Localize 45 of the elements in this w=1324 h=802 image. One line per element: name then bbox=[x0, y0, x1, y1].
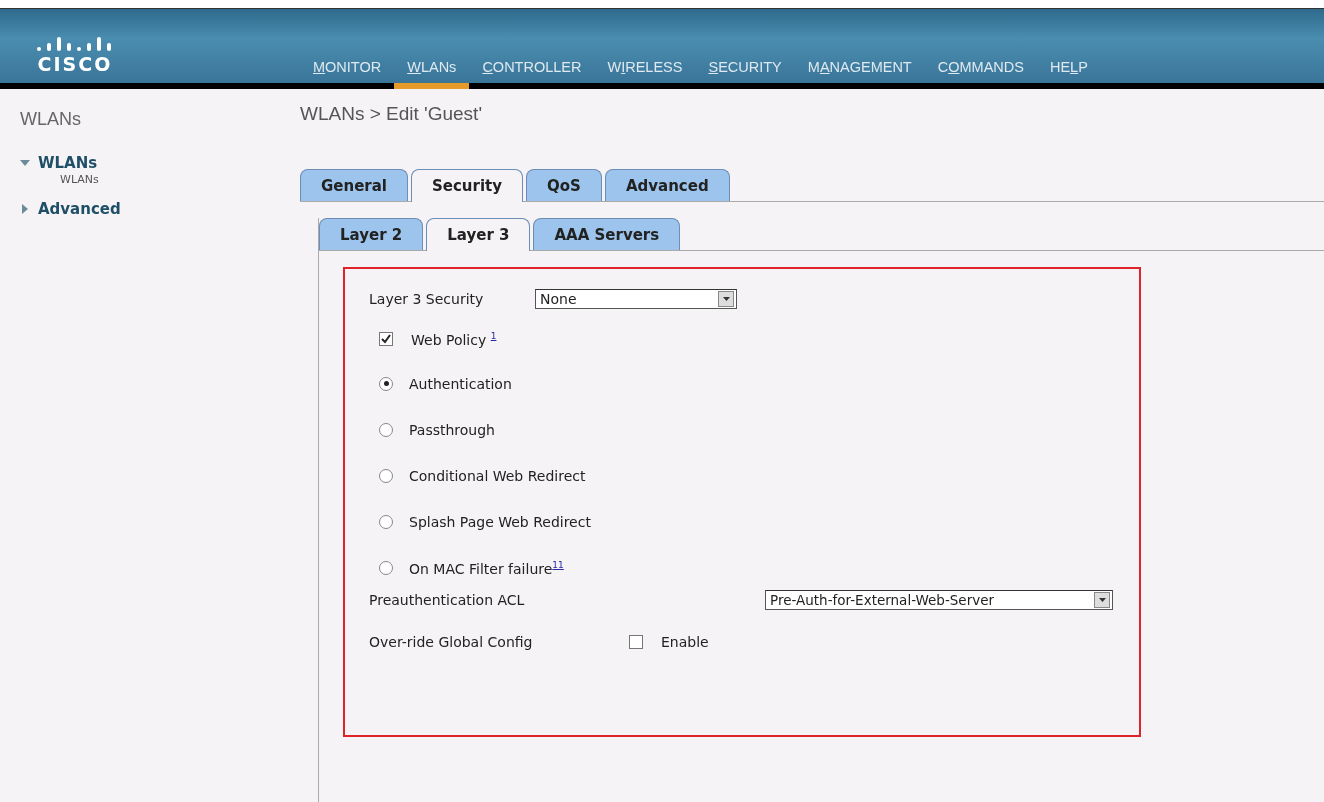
tab[interactable]: AAA Servers bbox=[533, 218, 681, 250]
menu-item[interactable]: HELP bbox=[1036, 59, 1101, 89]
caret-right-icon[interactable] bbox=[20, 204, 30, 214]
sidebar-item[interactable]: Advanced bbox=[38, 200, 121, 218]
radio-label: Splash Page Web Redirect bbox=[409, 513, 591, 530]
caret-down-icon[interactable] bbox=[20, 158, 30, 168]
select-field[interactable]: None bbox=[535, 289, 737, 309]
menu-item[interactable]: MONITOR bbox=[300, 59, 395, 89]
radio-label: Passthrough bbox=[409, 421, 495, 438]
radio-button[interactable] bbox=[379, 514, 393, 529]
radio-label: On MAC Filter failure bbox=[409, 560, 553, 577]
footnote-link[interactable]: 1 bbox=[490, 331, 497, 341]
radio-button[interactable] bbox=[379, 422, 393, 437]
sidebar-item[interactable]: WLANs bbox=[38, 154, 98, 172]
menu-item[interactable]: SECURITY bbox=[695, 59, 795, 89]
tab[interactable]: General bbox=[300, 169, 408, 201]
menu-item[interactable]: COMMANDS bbox=[924, 59, 1037, 89]
sidebar-subitem[interactable]: WLANs bbox=[60, 173, 300, 186]
select-field[interactable]: Pre-Auth-for-External-Web-Server bbox=[765, 590, 1113, 611]
tab[interactable]: QoS bbox=[526, 169, 602, 201]
checkbox-label: Web Policy bbox=[411, 331, 487, 348]
footnote-link[interactable]: 11 bbox=[552, 559, 564, 570]
checkbox[interactable] bbox=[379, 332, 393, 347]
caret-down-icon bbox=[1098, 598, 1106, 603]
field-label: Over-ride Global Config bbox=[369, 634, 534, 651]
radio-label: Authentication bbox=[409, 375, 512, 392]
checkbox[interactable] bbox=[629, 635, 643, 650]
tab[interactable]: Advanced bbox=[604, 169, 730, 201]
menu-item[interactable]: CONTROLLER bbox=[469, 59, 595, 89]
field-label: Preauthentication ACL bbox=[369, 592, 526, 609]
radio-label: Conditional Web Redirect bbox=[409, 467, 586, 484]
radio-button[interactable] bbox=[379, 561, 393, 575]
tab[interactable]: Layer 3 bbox=[426, 218, 531, 251]
field-label: Layer 3 Security bbox=[369, 291, 485, 307]
tab[interactable]: Layer 2 bbox=[319, 218, 424, 250]
radio-button[interactable] bbox=[379, 468, 393, 483]
page-title: WLANs > Edit 'Guest' bbox=[300, 103, 483, 125]
radio-button[interactable] bbox=[379, 376, 393, 391]
sidebar-title: WLANs bbox=[20, 109, 82, 130]
tab[interactable]: Security bbox=[411, 169, 524, 202]
checkbox-label: Enable bbox=[661, 634, 709, 651]
menu-item[interactable]: WIRELESS bbox=[594, 59, 696, 89]
caret-down-icon bbox=[722, 297, 730, 301]
logo-text: CISCO bbox=[37, 53, 113, 75]
menu-item[interactable]: MANAGEMENT bbox=[794, 59, 925, 89]
